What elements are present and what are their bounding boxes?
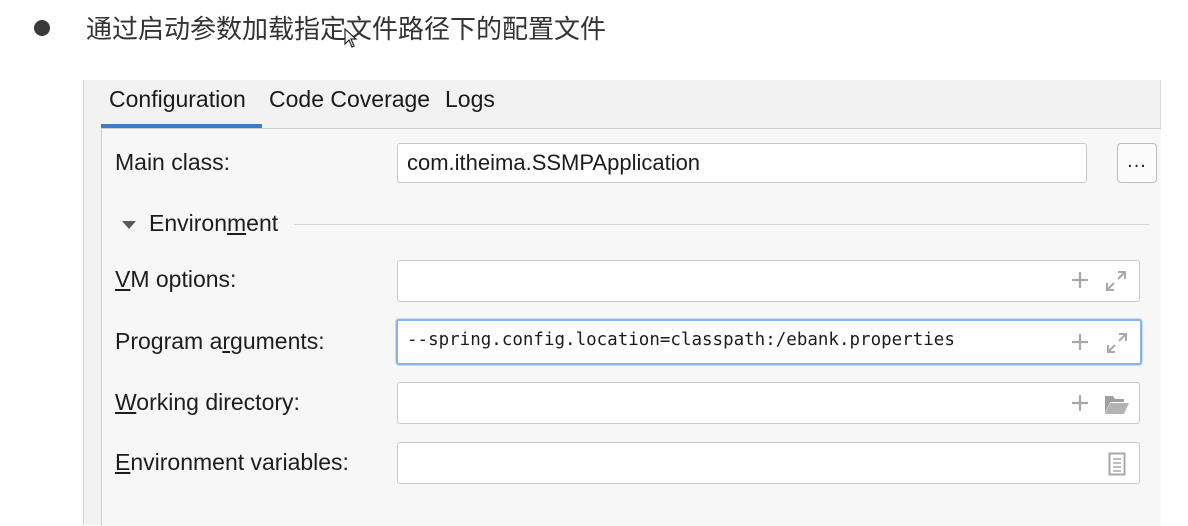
document-list-icon[interactable] <box>1108 452 1126 476</box>
working-directory-field[interactable] <box>397 382 1140 424</box>
expand-icon[interactable] <box>1105 270 1127 292</box>
browse-main-class-button[interactable]: ... <box>1117 143 1157 183</box>
tab-logs[interactable]: Logs <box>445 86 495 113</box>
collapse-triangle-icon <box>122 221 136 229</box>
tab-bar: Configuration Code Coverage Logs <box>84 80 1160 128</box>
environment-variables-label: Environment variables: <box>115 449 349 475</box>
plus-icon[interactable] <box>1071 333 1089 351</box>
program-arguments-field[interactable]: --spring.config.location=classpath:/eban… <box>396 319 1142 365</box>
browse-button-label: ... <box>1127 150 1147 172</box>
environment-variables-field[interactable] <box>397 442 1140 484</box>
environment-section-toggle[interactable]: Environment <box>102 207 1161 241</box>
tab-configuration[interactable]: Configuration <box>109 86 246 113</box>
bullet-dot <box>34 20 50 36</box>
expand-icon[interactable] <box>1106 332 1128 354</box>
tab-code-coverage[interactable]: Code Coverage <box>269 86 430 113</box>
section-divider <box>294 224 1149 225</box>
main-class-value: com.itheima.SSMPApplication <box>407 150 701 175</box>
mouse-cursor-icon <box>344 28 358 48</box>
run-configuration-panel: Configuration Code Coverage Logs Main cl… <box>83 80 1161 526</box>
folder-icon[interactable] <box>1104 393 1130 415</box>
vm-options-field[interactable] <box>397 260 1140 302</box>
plus-icon[interactable] <box>1071 394 1089 412</box>
program-arguments-value: --spring.config.location=classpath:/eban… <box>407 330 955 350</box>
environment-section-label: Environment <box>149 210 279 236</box>
configuration-form: Main class: com.itheima.SSMPApplication … <box>101 128 1161 526</box>
program-arguments-label: Program arguments: <box>115 328 325 354</box>
plus-icon[interactable] <box>1071 271 1089 289</box>
vm-options-label: VM options: <box>115 266 237 292</box>
main-class-label: Main class: <box>115 149 231 175</box>
main-class-field[interactable]: com.itheima.SSMPApplication <box>397 143 1087 183</box>
working-directory-label: Working directory: <box>115 389 300 415</box>
bullet-heading: 通过启动参数加载指定文件路径下的配置文件 <box>0 0 1188 56</box>
